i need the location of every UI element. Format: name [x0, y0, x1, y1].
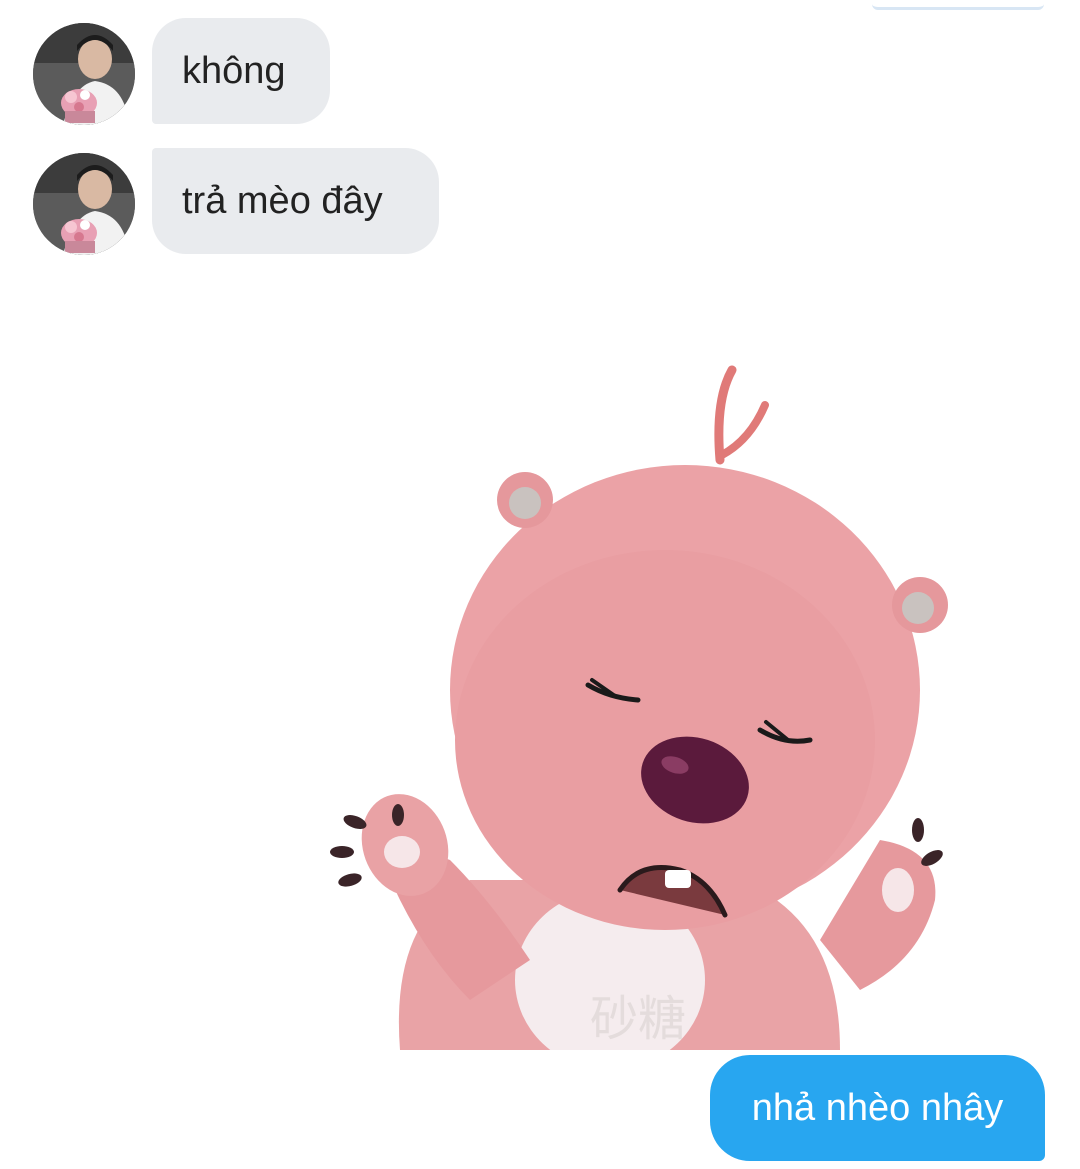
- sticker-message[interactable]: 砂糖: [320, 360, 960, 1070]
- avatar[interactable]: [33, 153, 135, 255]
- avatar-photo-icon: [33, 23, 135, 125]
- message-bubble-incoming[interactable]: trả mèo đây: [152, 148, 439, 254]
- chat-thread: không trả mèo đây 砂糖 nhả nhèo nhây: [0, 0, 1080, 1169]
- message-text: không: [182, 50, 286, 92]
- pink-beaver-crying-sticker-icon: 砂糖: [330, 365, 948, 1070]
- message-bubble-incoming[interactable]: không: [152, 18, 330, 124]
- message-bubble-outgoing[interactable]: nhả nhèo nhây: [710, 1055, 1045, 1161]
- avatar-photo-icon: [33, 153, 135, 255]
- message-text: nhả nhèo nhây: [751, 1086, 1004, 1129]
- sticker-watermark: 砂糖: [590, 991, 686, 1047]
- avatar[interactable]: [33, 23, 135, 125]
- message-text: trả mèo đây: [182, 180, 383, 222]
- previous-message-edge: [872, 0, 1044, 10]
